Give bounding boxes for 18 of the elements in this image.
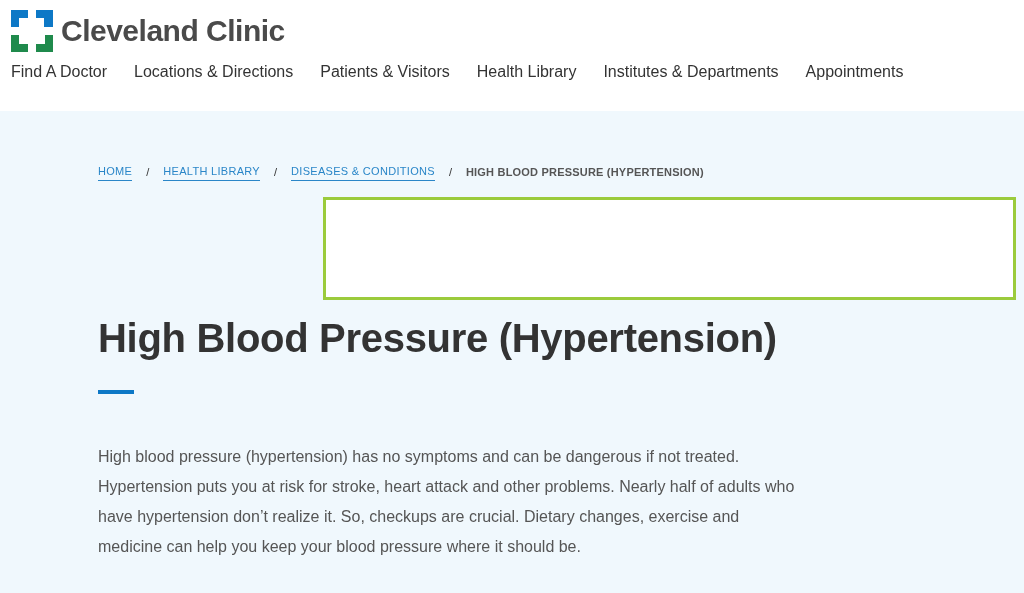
page-title: High Blood Pressure (Hypertension) (98, 314, 778, 362)
nav-link[interactable]: Appointments (805, 60, 904, 84)
breadcrumb-link[interactable]: DISEASES & CONDITIONS (291, 163, 435, 181)
breadcrumb-current: HIGH BLOOD PRESSURE (HYPERTENSION) (465, 164, 704, 180)
breadcrumb-link[interactable]: HOME (98, 163, 133, 181)
nav-link[interactable]: Locations & Directions (134, 60, 294, 84)
accent-bar (98, 389, 134, 394)
nav-link[interactable]: Patients & Visitors (320, 60, 450, 84)
breadcrumb-link[interactable]: HEALTH LIBRARY (163, 163, 260, 181)
logo-icon (11, 10, 53, 52)
nav-link[interactable]: Institutes & Departments (603, 60, 779, 84)
breadcrumb-separator: / (274, 164, 278, 180)
nav-link[interactable]: Find A Doctor (11, 60, 108, 84)
intro-paragraph: High blood pressure (hypertension) has no symptoms and can be dangerous if not treated. Hypertension puts you at risk for stroke, heart attack and other problems. Nearly half of adults who have hypertension don’t realize it. So, checkups are crucial. Dietary changes, exercise and medicine can help you keep your blood pressure where it should be. (98, 446, 796, 557)
logo-text[interactable]: Cleveland Clinic (61, 16, 285, 46)
breadcrumb-separator: / (146, 164, 150, 180)
nav-link[interactable]: Health Library (476, 60, 577, 84)
breadcrumb-separator: / (448, 164, 452, 180)
